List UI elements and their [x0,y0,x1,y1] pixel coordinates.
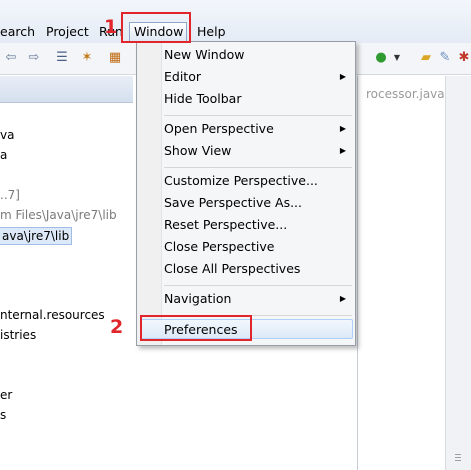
menu-item-label: Show View [164,143,232,158]
menu-item-save-perspective-as[interactable]: Save Perspective As... [164,193,352,213]
menu-item-customize-perspective[interactable]: Customize Perspective... [164,171,352,191]
menu-item-navigation[interactable]: Navigation ▶ [164,289,352,309]
tree-item[interactable]: a [0,147,7,163]
step-number-2: 2 [110,316,124,338]
list-icon[interactable]: ☰ [54,50,70,66]
back-icon[interactable]: ⇦ [3,50,19,66]
step-number-1: 1 [104,16,118,38]
menu-item-label: Hide Toolbar [164,91,242,106]
open-folder-icon[interactable]: ▰ [418,50,434,66]
submenu-arrow-icon: ▶ [339,146,346,155]
menu-project[interactable]: Project [46,24,89,40]
forward-icon[interactable]: ⇨ [26,50,42,66]
submenu-arrow-icon: ▶ [339,124,346,133]
menu-item-close-all-perspectives[interactable]: Close All Perspectives [164,259,352,279]
tree-item[interactable]: istries [0,327,36,343]
menu-item-label: Save Perspective As... [164,195,303,210]
menu-item-close-perspective[interactable]: Close Perspective [164,237,352,257]
tree-item[interactable]: s [0,407,6,423]
menu-item-open-perspective[interactable]: Open Perspective ▶ [164,119,352,139]
editor-scrollbar[interactable] [445,76,471,470]
menu-item-label: New Window [164,47,245,62]
scroll-grip-icon [455,457,461,458]
menu-search[interactable]: earch [0,24,35,40]
menu-item-label: Editor [164,69,201,84]
dropdown-icon[interactable]: ▼ [389,50,405,66]
menu-item-new-window[interactable]: New Window [164,45,352,65]
scroll-grip-icon [455,460,461,461]
menu-item-hide-toolbar[interactable]: Hide Toolbar [164,89,352,109]
menu-separator [164,285,352,286]
tree-item-selected[interactable]: ava\jre7\lib [0,227,73,245]
submenu-arrow-icon: ▶ [339,294,346,303]
menu-item-label: Customize Perspective... [164,173,318,188]
tree-item[interactable]: va [0,127,14,143]
menu-item-reset-perspective[interactable]: Reset Perspective... [164,215,352,235]
menu-item-show-view[interactable]: Show View ▶ [164,141,352,161]
tree-item[interactable]: ..7] [0,187,20,203]
run-icon[interactable]: ● [373,50,389,66]
tree-item[interactable]: m Files\Java\jre7\lib [0,207,117,223]
menu-gutter [137,42,162,345]
package-explorer [0,75,133,470]
menu-item-label: Close All Perspectives [164,261,301,276]
menu-separator [164,115,352,116]
submenu-arrow-icon: ▶ [339,72,346,81]
tree-item[interactable]: er [0,387,12,403]
scroll-grip-icon [455,454,461,455]
menu-item-editor[interactable]: Editor ▶ [164,67,352,87]
wand-icon[interactable]: ✶ [79,50,95,66]
highlight-box-preferences [140,315,252,341]
package-explorer-header [0,76,133,103]
highlight-box-window [121,12,191,43]
menu-item-label: Close Perspective [164,239,275,254]
menu-item-label: Navigation [164,291,232,306]
menu-bar: earch Project Run Window Help [0,0,471,43]
window-menu: New Window Editor ▶ Hide Toolbar Open Per… [136,41,356,346]
debug-icon[interactable]: ✱ [456,50,471,66]
menu-item-label: Reset Perspective... [164,217,288,232]
editor-tab[interactable]: rocessor.java [366,87,445,101]
menu-separator [164,167,352,168]
edit-icon[interactable]: ✎ [437,50,453,66]
package-icon[interactable]: ▦ [107,50,123,66]
menu-item-label: Open Perspective [164,121,274,136]
menu-help[interactable]: Help [197,24,226,40]
tree-item[interactable]: nternal.resources [0,307,105,323]
